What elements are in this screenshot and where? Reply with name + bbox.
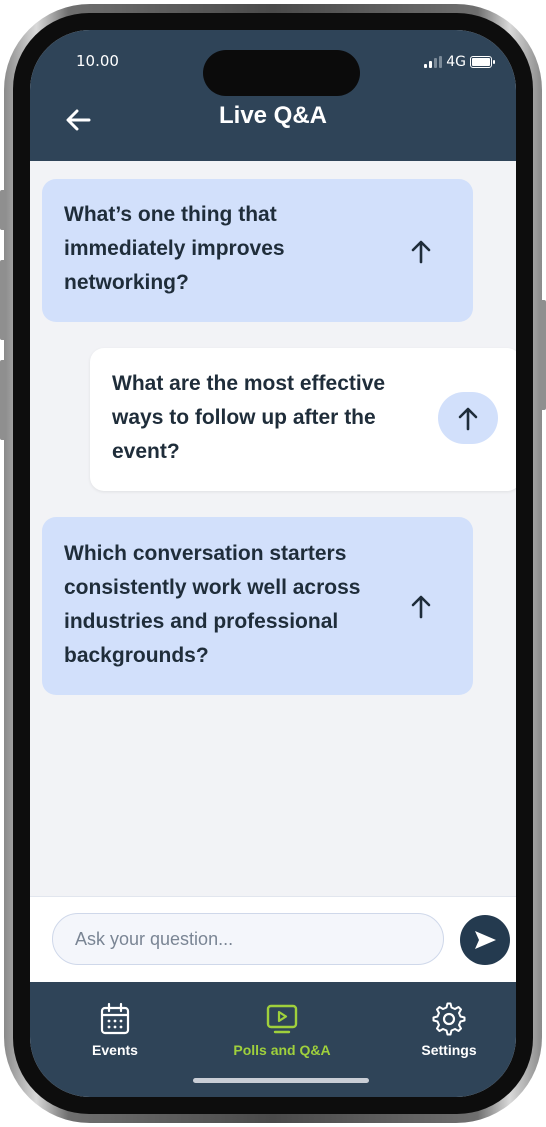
play-screen-icon <box>266 1004 298 1034</box>
tab-events-label: Events <box>92 1042 138 1058</box>
upvote-button[interactable] <box>438 392 498 444</box>
volume-up-button <box>0 260 6 340</box>
calendar-icon <box>100 1002 130 1035</box>
question-composer <box>30 896 516 982</box>
app-header: 10.00 4G Live Q&A <box>30 30 516 161</box>
gear-icon <box>432 1002 466 1036</box>
status-time: 10.00 <box>76 52 119 70</box>
arrow-up-icon <box>411 240 431 264</box>
question-text: What are the most effective ways to foll… <box>112 372 386 463</box>
questions-list: What’s one thing that immediately improv… <box>30 161 516 891</box>
status-indicators: 4G <box>424 54 495 70</box>
tab-settings-label: Settings <box>421 1042 477 1058</box>
ask-question-input[interactable] <box>52 913 444 965</box>
action-button <box>0 190 6 230</box>
send-button[interactable] <box>460 915 510 965</box>
power-button <box>540 300 546 410</box>
dynamic-island <box>203 50 360 96</box>
signal-icon <box>424 56 443 68</box>
tab-settings[interactable]: Settings <box>389 1002 509 1058</box>
question-card: Which conversation starters consistently… <box>42 517 473 695</box>
question-text: Which conversation starters consistently… <box>64 542 361 667</box>
home-indicator <box>193 1078 369 1083</box>
question-card: What’s one thing that immediately improv… <box>42 179 473 322</box>
page-title: Live Q&A <box>218 102 328 129</box>
question-text: What’s one thing that immediately improv… <box>64 203 285 294</box>
arrow-up-icon <box>411 595 431 619</box>
upvote-button[interactable] <box>391 580 451 632</box>
tab-events[interactable]: Events <box>55 1002 175 1058</box>
tab-polls-and-qa[interactable]: Polls and Q&A <box>222 1002 342 1058</box>
send-icon <box>475 931 496 949</box>
battery-icon <box>470 56 495 68</box>
tab-polls-label: Polls and Q&A <box>233 1042 331 1058</box>
network-label: 4G <box>446 54 466 70</box>
upvote-button[interactable] <box>391 225 451 277</box>
volume-down-button <box>0 360 6 440</box>
question-card: What are the most effective ways to foll… <box>90 348 516 491</box>
arrow-up-icon <box>458 407 478 431</box>
phone-screen: 10.00 4G Live Q&A What’s one thing that … <box>30 30 516 1097</box>
